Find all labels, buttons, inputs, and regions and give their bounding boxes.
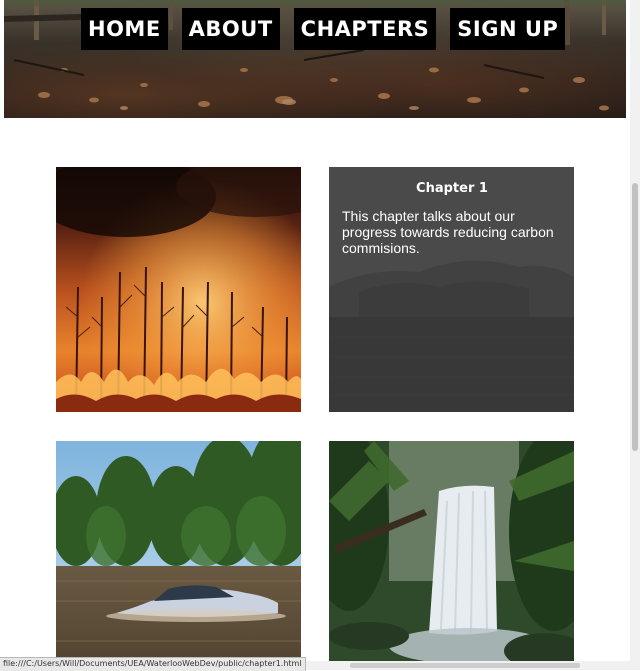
vertical-scroll-thumb[interactable] xyxy=(632,183,638,451)
wildfire-tile[interactable] xyxy=(56,167,301,412)
flooded-car-image xyxy=(56,441,301,670)
horizontal-scrollbar[interactable] xyxy=(290,661,630,670)
flood-tile[interactable] xyxy=(56,441,301,670)
chapter-title: Chapter 1 xyxy=(416,181,488,196)
nav-sign-up-link[interactable]: SIGN UP xyxy=(450,8,566,50)
nav-chapters-link[interactable]: CHAPTERS xyxy=(293,8,437,50)
horizontal-scroll-thumb[interactable] xyxy=(350,663,580,668)
main-nav: HOME ABOUT CHAPTERS SIGN UP xyxy=(81,8,566,50)
nav-about-link[interactable]: ABOUT xyxy=(181,8,280,50)
wildfire-forest-image xyxy=(56,167,301,412)
nav-home-link[interactable]: HOME xyxy=(81,8,168,50)
rainforest-waterfall-image xyxy=(329,441,574,670)
hero-banner: HOME ABOUT CHAPTERS SIGN UP xyxy=(4,0,626,118)
chapter-card[interactable]: Chapter 1 This chapter talks about our p… xyxy=(329,167,574,412)
vertical-scrollbar[interactable] xyxy=(630,0,640,670)
status-bar-url: file:///C:/Users/Will/Documents/UEA/Wate… xyxy=(0,657,306,671)
chapter-description: This chapter talks about our progress to… xyxy=(342,208,554,256)
waterfall-tile[interactable] xyxy=(329,441,574,670)
chapter-card-content: Chapter 1 This chapter talks about our p… xyxy=(329,167,574,412)
page-viewport: HOME ABOUT CHAPTERS SIGN UP Chapter 1 Th… xyxy=(0,0,630,670)
